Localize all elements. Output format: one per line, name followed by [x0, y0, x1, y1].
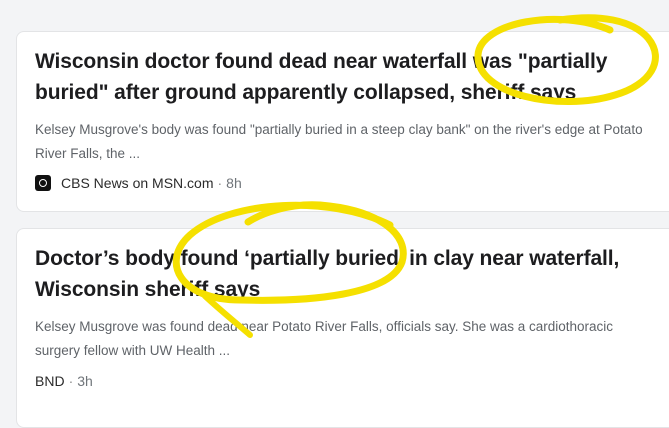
- article-source[interactable]: BND: [35, 373, 65, 389]
- article-time: 3h: [77, 373, 93, 389]
- article-snippet: Kelsey Musgrove was found dead near Pota…: [35, 319, 614, 358]
- article-time: 8h: [226, 175, 242, 191]
- article-source-row: BND · 3h: [35, 373, 93, 389]
- meta-separator: ·: [217, 175, 223, 191]
- cbs-eye-icon: [35, 175, 51, 191]
- article-source-row: CBS News on MSN.com · 8h: [35, 175, 242, 191]
- news-card[interactable]: Doctor’s body found ‘partially buried’ i…: [16, 228, 669, 428]
- article-snippet: Kelsey Musgrove's body was found "partia…: [35, 122, 643, 161]
- article-headline[interactable]: Wisconsin doctor found dead near waterfa…: [35, 46, 669, 108]
- meta-separator: ·: [68, 373, 74, 389]
- article-source[interactable]: CBS News on MSN.com: [61, 175, 213, 191]
- article-headline[interactable]: Doctor’s body found ‘partially buried’ i…: [35, 243, 669, 305]
- news-card[interactable]: Wisconsin doctor found dead near waterfa…: [16, 31, 669, 212]
